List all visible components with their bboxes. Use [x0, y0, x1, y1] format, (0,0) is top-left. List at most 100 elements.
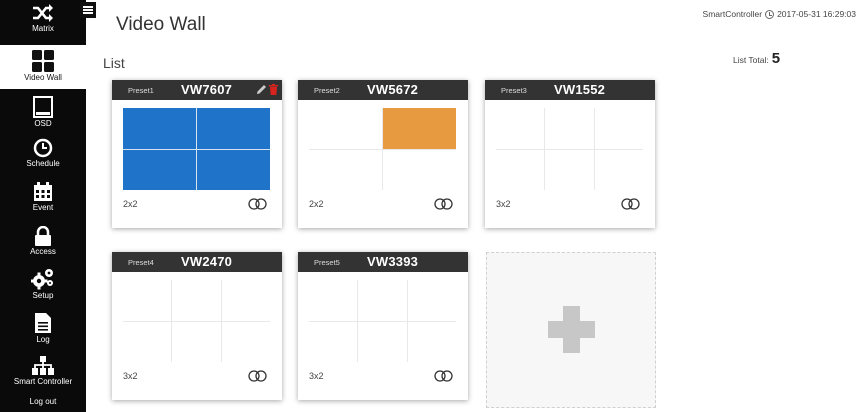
card-header: Preset5 VW3393 — [298, 252, 468, 272]
preset-label: Preset5 — [314, 258, 340, 267]
list-total: List Total: 5 — [733, 50, 780, 67]
card-header: Preset3 VW1552 — [485, 80, 655, 100]
add-preset-button[interactable] — [486, 252, 656, 408]
grid-cell — [197, 108, 270, 149]
grid-cell — [358, 321, 407, 362]
document-icon — [35, 313, 51, 333]
videowall-name: VW1552 — [554, 82, 606, 97]
controller-status: SmartController 2017-05-31 16:29:03 — [703, 9, 856, 19]
grid-cell — [407, 321, 456, 362]
layout-label: 2x2 — [309, 199, 324, 209]
clock-icon — [765, 9, 775, 19]
layout-grid — [309, 280, 456, 362]
sidebar-item-video-wall[interactable]: Video Wall — [0, 45, 86, 89]
grid-cell — [496, 108, 545, 149]
toggle-icon[interactable] — [248, 370, 267, 382]
list-title: List — [103, 55, 125, 71]
grid-cell — [221, 321, 270, 362]
sidebar-item-matrix[interactable]: Matrix — [0, 3, 86, 41]
layout-grid — [309, 108, 456, 190]
sidebar-item-label: OSD — [34, 119, 52, 128]
toggle-icon[interactable] — [621, 198, 640, 210]
logout-link[interactable]: Log out — [0, 397, 86, 406]
preset-card[interactable]: Preset1 VW7607 2x2 — [112, 80, 282, 228]
card-header: Preset2 VW5672 — [298, 80, 468, 100]
layout-label: 2x2 — [123, 199, 138, 209]
grid-cell — [545, 149, 594, 190]
calendar-icon — [34, 182, 52, 201]
preset-label: Preset3 — [501, 86, 527, 95]
sidebar-item-log[interactable]: Log — [0, 312, 86, 348]
grid-cell — [309, 280, 358, 321]
sidebar-item-setup[interactable]: Setup — [0, 268, 86, 304]
grid-cell — [309, 321, 358, 362]
layout-label: 3x2 — [496, 199, 511, 209]
videowall-name: VW7607 — [181, 82, 233, 97]
preset-card[interactable]: Preset2 VW5672 2x2 — [298, 80, 468, 228]
preset-label: Preset2 — [314, 86, 340, 95]
preset-card[interactable]: Preset5 VW3393 3x2 — [298, 252, 468, 400]
grid-cell — [407, 280, 456, 321]
sidebar-item-access[interactable]: Access — [0, 226, 86, 262]
videowall-name: VW3393 — [367, 254, 419, 269]
edit-icon[interactable] — [256, 84, 267, 95]
sidebar-item-label: Log — [36, 335, 50, 344]
preset-label: Preset4 — [128, 258, 154, 267]
list-total-label: List Total: — [733, 55, 769, 65]
grid-cell — [172, 321, 221, 362]
menu-toggle-icon[interactable] — [80, 2, 96, 18]
layout-grid — [123, 280, 270, 362]
grid-cell — [383, 108, 456, 149]
layout-label: 3x2 — [309, 371, 324, 381]
card-header: Preset4 VW2470 — [112, 252, 282, 272]
toggle-icon[interactable] — [248, 198, 267, 210]
toggle-icon[interactable] — [434, 370, 453, 382]
gears-icon — [31, 269, 53, 290]
sidebar-item-label: Schedule — [26, 159, 60, 168]
card-header: Preset1 VW7607 — [112, 80, 282, 100]
sidebar-item-osd[interactable]: OSD — [0, 96, 86, 132]
grid-cell — [594, 149, 643, 190]
videowall-name: VW2470 — [181, 254, 233, 269]
sidebar: Matrix Video Wall OSD Schedule Event Acc… — [0, 0, 86, 412]
sidebar-item-schedule[interactable]: Schedule — [0, 138, 86, 174]
grid-cell — [123, 280, 172, 321]
lock-icon — [35, 226, 51, 246]
toggle-icon[interactable] — [434, 198, 453, 210]
grid-cell — [594, 108, 643, 149]
layout-grid — [123, 108, 270, 190]
shuffle-icon — [33, 4, 53, 22]
grid-cell — [123, 108, 196, 149]
layout-grid — [496, 108, 643, 190]
layout-label: 3x2 — [123, 371, 138, 381]
delete-icon[interactable] — [269, 84, 278, 95]
list-total-value: 5 — [771, 50, 781, 67]
grid-cell — [221, 280, 270, 321]
grid-cell — [197, 149, 270, 190]
sidebar-item-label: Video Wall — [24, 73, 62, 82]
videowall-name: VW5672 — [367, 82, 419, 97]
grid-cell — [358, 280, 407, 321]
page-title: Video Wall — [116, 14, 206, 35]
grid-icon — [32, 50, 54, 72]
grid-cell — [545, 108, 594, 149]
preset-card[interactable]: Preset4 VW2470 3x2 — [112, 252, 282, 400]
preset-card[interactable]: Preset3 VW1552 3x2 — [485, 80, 655, 228]
grid-cell — [309, 108, 382, 149]
grid-cell — [123, 321, 172, 362]
sitemap-icon — [32, 356, 54, 375]
grid-cell — [383, 149, 456, 190]
controller-name: SmartController — [702, 9, 763, 19]
current-datetime: 2017-05-31 16:29:03 — [777, 9, 856, 19]
grid-cell — [309, 149, 382, 190]
sidebar-item-label: Setup — [32, 291, 54, 300]
sidebar-item-smart-controller[interactable]: Smart Controller — [0, 356, 86, 392]
sidebar-item-label: Smart Controller — [13, 377, 73, 386]
monitor-icon — [33, 96, 53, 118]
grid-cell — [123, 149, 196, 190]
grid-cell — [496, 149, 545, 190]
clock-icon — [33, 138, 53, 158]
sidebar-item-event[interactable]: Event — [0, 182, 86, 218]
sidebar-item-label: Access — [30, 247, 56, 256]
preset-label: Preset1 — [128, 86, 154, 95]
